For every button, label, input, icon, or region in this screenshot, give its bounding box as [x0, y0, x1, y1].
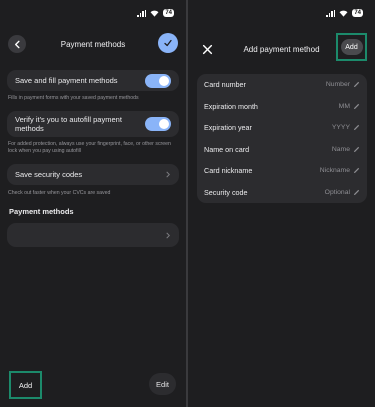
battery-indicator: 74	[163, 9, 174, 17]
add-button[interactable]: Add	[9, 371, 42, 399]
add-button-label: Add	[18, 380, 33, 390]
pencil-icon	[353, 82, 360, 88]
pencil-icon	[353, 168, 360, 174]
wifi-icon	[339, 10, 348, 17]
add-payment-method-screen: 74 Add payment method Add Card number Nu…	[188, 0, 375, 407]
verify-label: Verify it's you to autofill payment meth…	[15, 114, 122, 134]
field-label: Security code	[204, 187, 248, 197]
save-fill-setting[interactable]: Save and fill payment methods	[7, 70, 179, 91]
save-fill-label: Save and fill payment methods	[15, 75, 118, 85]
field-placeholder: Name	[331, 145, 350, 153]
field-placeholder: Optional	[324, 188, 350, 196]
verify-setting[interactable]: Verify it's you to autofill payment meth…	[7, 111, 179, 137]
field-label: Name on card	[204, 144, 250, 154]
card-form: Card number Number Expiration month MM E…	[197, 74, 367, 203]
chevron-right-icon	[166, 171, 170, 178]
chevron-right-icon	[166, 232, 170, 238]
checkmark-icon	[164, 39, 172, 47]
pencil-icon	[353, 103, 360, 109]
field-label: Card nickname	[204, 166, 253, 176]
security-code-field[interactable]: Security code Optional	[197, 182, 367, 204]
wifi-icon	[150, 10, 159, 17]
field-placeholder: Number	[325, 81, 350, 89]
signal-icon	[326, 9, 336, 17]
edit-button[interactable]: Edit	[149, 373, 176, 395]
expiration-month-field[interactable]: Expiration month MM	[197, 96, 367, 118]
card-nickname-field[interactable]: Card nickname Nickname	[197, 160, 367, 182]
expiration-year-field[interactable]: Expiration year YYYY	[197, 117, 367, 139]
pencil-icon	[353, 146, 360, 152]
verify-helper: For added protection, always use your fi…	[8, 141, 171, 154]
status-bar: 74	[326, 9, 363, 17]
name-on-card-field[interactable]: Name on card Name	[197, 139, 367, 161]
add-button[interactable]: Add	[336, 33, 367, 61]
battery-indicator: 74	[352, 9, 363, 17]
pencil-icon	[353, 125, 360, 131]
signal-icon	[137, 9, 147, 17]
save-fill-toggle[interactable]	[145, 73, 171, 88]
field-placeholder: Nickname	[319, 167, 350, 175]
avatar[interactable]	[158, 33, 178, 53]
status-bar: 74	[137, 9, 174, 17]
security-codes-label: Save security codes	[15, 169, 83, 179]
save-fill-helper: Fills in payment forms with your saved p…	[8, 95, 139, 101]
field-placeholder: YYYY	[331, 124, 350, 132]
pencil-icon	[353, 189, 360, 195]
field-label: Card number	[204, 80, 246, 90]
field-label: Expiration year	[204, 123, 252, 133]
field-placeholder: MM	[338, 102, 350, 110]
card-number-field[interactable]: Card number Number	[197, 74, 367, 96]
section-title: Payment methods	[9, 207, 74, 216]
security-codes-setting[interactable]: Save security codes	[7, 164, 179, 185]
payment-method-item[interactable]	[7, 223, 179, 247]
security-codes-helper: Check out faster when your CVCs are save…	[8, 190, 111, 196]
field-label: Expiration month	[204, 101, 258, 111]
verify-toggle[interactable]	[145, 117, 171, 131]
payment-methods-screen: 74 Payment methods Save and fill payment…	[0, 0, 186, 407]
add-button-label: Add	[340, 39, 363, 55]
